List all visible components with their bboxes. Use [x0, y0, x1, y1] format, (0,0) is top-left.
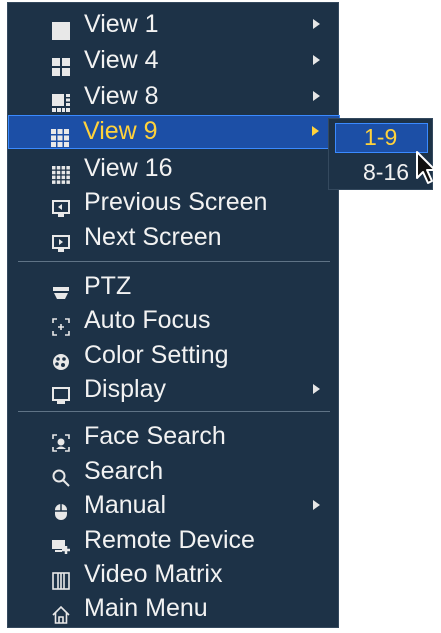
menu-item-main-menu[interactable]: Main Menu — [8, 591, 340, 625]
menu-item-label: Remote Device — [84, 526, 255, 554]
menu-item-label: Search — [84, 457, 164, 485]
sixteen-view-icon — [52, 159, 70, 184]
menu-item-label: Previous Screen — [84, 188, 268, 216]
menu-item-label: Manual — [84, 491, 166, 519]
auto-focus-icon — [52, 311, 70, 336]
display-icon — [52, 380, 70, 404]
menu-divider — [18, 411, 330, 412]
submenu-arrow-icon — [313, 384, 320, 394]
search-icon — [52, 462, 70, 487]
menu-item-auto-focus[interactable]: Auto Focus — [8, 303, 340, 337]
menu-item-view-4[interactable]: View 4 — [8, 43, 340, 77]
home-icon — [52, 599, 70, 624]
menu-item-label: Next Screen — [84, 223, 222, 251]
menu-item-ptz[interactable]: PTZ — [8, 269, 340, 303]
quad-view-icon — [52, 51, 70, 76]
menu-item-manual[interactable]: Manual — [8, 488, 340, 522]
menu-item-face-search[interactable]: Face Search — [8, 419, 340, 453]
manual-icon — [52, 496, 70, 520]
menu-item-label: View 16 — [84, 154, 173, 182]
menu-divider — [18, 261, 330, 262]
menu-item-label: PTZ — [84, 272, 132, 300]
mouse-cursor-icon — [416, 151, 436, 184]
menu-item-label: Color Setting — [84, 341, 229, 369]
menu-item-label: Main Menu — [84, 594, 208, 622]
menu-item-label: View 1 — [84, 10, 159, 38]
previous-screen-icon — [52, 193, 70, 217]
context-menu: View 1 View 4 View 8 View 9 View 16 Prev… — [7, 2, 340, 628]
next-screen-icon — [52, 228, 70, 252]
nine-view-icon — [51, 122, 69, 147]
menu-item-label: Face Search — [84, 422, 226, 450]
menu-item-view-16[interactable]: View 16 — [8, 151, 340, 185]
ptz-icon — [52, 277, 70, 299]
video-matrix-icon — [52, 565, 70, 590]
menu-item-label: Auto Focus — [84, 306, 211, 334]
face-search-icon — [52, 427, 70, 452]
eight-view-icon — [52, 87, 70, 112]
menu-item-search[interactable]: Search — [8, 454, 340, 488]
menu-item-view-9[interactable]: View 9 — [8, 115, 340, 149]
menu-item-video-matrix[interactable]: Video Matrix — [8, 557, 340, 591]
single-view-icon — [52, 15, 70, 40]
color-setting-icon — [52, 346, 70, 370]
submenu-arrow-icon — [313, 19, 320, 29]
submenu-item-1-9[interactable]: 1-9 — [335, 123, 428, 153]
submenu-arrow-icon — [313, 500, 320, 510]
submenu-arrow-icon — [313, 91, 320, 101]
submenu-arrow-icon — [312, 126, 319, 136]
menu-item-label: View 9 — [83, 117, 158, 145]
menu-item-display[interactable]: Display — [8, 372, 340, 406]
menu-item-remote-device[interactable]: Remote Device — [8, 523, 340, 557]
menu-item-previous-screen[interactable]: Previous Screen — [8, 185, 340, 219]
menu-item-label: View 4 — [84, 46, 159, 74]
remote-device-icon — [52, 531, 70, 554]
menu-item-next-screen[interactable]: Next Screen — [8, 220, 340, 254]
menu-item-color-setting[interactable]: Color Setting — [8, 338, 340, 372]
menu-item-view-8[interactable]: View 8 — [8, 79, 340, 113]
menu-item-label: Display — [84, 375, 166, 403]
menu-item-view-1[interactable]: View 1 — [8, 7, 340, 41]
menu-item-label: View 8 — [84, 82, 159, 110]
menu-item-label: Video Matrix — [84, 560, 223, 588]
submenu-arrow-icon — [313, 55, 320, 65]
